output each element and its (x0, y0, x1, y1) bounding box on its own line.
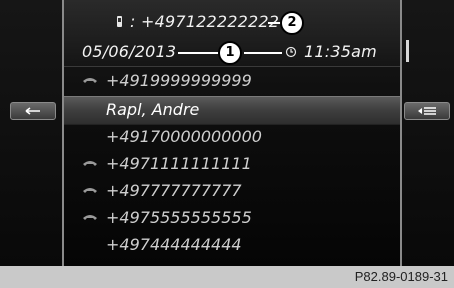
list-item[interactable]: +4975555555555 (64, 205, 402, 232)
list-item-label: +497777777777 (106, 181, 242, 200)
callout-1-leader-left (178, 52, 220, 54)
left-divider (62, 0, 64, 266)
phone-icon (83, 215, 97, 220)
callout-1-leader-right (244, 52, 282, 54)
list-item-label: +4971111111111 (106, 154, 252, 173)
caller-number-prefix: : (130, 12, 136, 31)
caller-number: +497122222222 (141, 12, 280, 31)
list-item[interactable]: +4971111111111 (64, 151, 402, 178)
left-side-panel (0, 0, 62, 266)
back-icon (25, 107, 40, 115)
list-item-selected[interactable]: Rapl, Andre (64, 96, 402, 125)
list-item-label: Rapl, Andre (106, 100, 200, 119)
scrollbar-thumb[interactable] (406, 40, 409, 62)
right-divider (400, 0, 402, 266)
header-divider (64, 66, 402, 67)
back-button[interactable] (10, 102, 56, 120)
list-item-label: +4975555555555 (106, 208, 252, 227)
call-date: 05/06/2013 (82, 42, 177, 61)
callout-2: 2 (280, 11, 304, 35)
list-item[interactable]: +497777777777 (64, 178, 402, 205)
phone-icon (83, 188, 97, 193)
phone-icon (83, 78, 97, 83)
list-item[interactable]: +49170000000000 (64, 124, 402, 151)
mobile-phone-icon (117, 16, 122, 27)
clock-icon (285, 46, 297, 58)
figure-footer: P82.89-0189-31 (0, 266, 454, 288)
callout-1: 1 (218, 41, 242, 65)
list-item[interactable]: +497444444444 (64, 232, 402, 259)
list-menu-icon (418, 107, 436, 115)
right-side-panel (402, 0, 454, 266)
list-menu-button[interactable] (404, 102, 450, 120)
figure-reference: P82.89-0189-31 (354, 269, 448, 284)
list-item-label: +497444444444 (106, 235, 242, 254)
list-item-label: +49170000000000 (106, 127, 262, 146)
list-item-label: +4919999999999 (106, 71, 252, 90)
list-item[interactable]: +4919999999999 (64, 68, 402, 95)
phone-icon (83, 161, 97, 166)
call-time: 11:35am (304, 42, 377, 61)
phone-screen: : +497122222222 2 05/06/2013 1 11:35am +… (0, 0, 454, 266)
